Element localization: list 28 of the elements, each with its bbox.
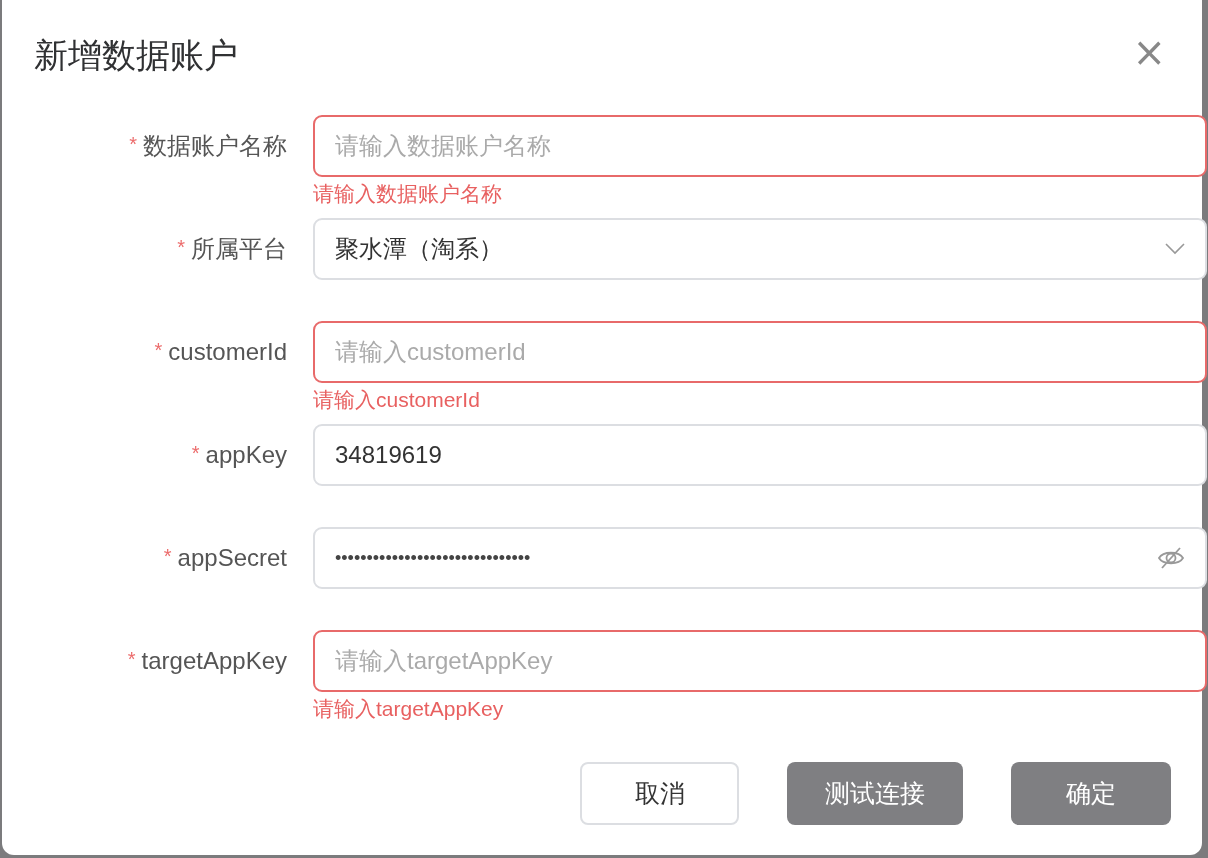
required-mark: * (177, 236, 185, 259)
field-label: appKey (205, 441, 287, 469)
input-field[interactable]: 请输入customerId (313, 321, 1207, 383)
input-field[interactable]: 请输入数据账户名称 (313, 115, 1207, 177)
error-message: 请输入customerId (313, 387, 481, 413)
required-mark: * (191, 442, 200, 465)
required-mark: * (127, 648, 136, 671)
cancel-button[interactable]: 取消 (580, 762, 739, 825)
eye-slash-icon[interactable] (1157, 546, 1185, 570)
required-mark: * (163, 545, 172, 568)
password-field[interactable]: ••••••••••••••••••••••••••••••• (313, 527, 1207, 589)
primary-button[interactable]: 确定 (1011, 762, 1171, 825)
error-message: 请输入数据账户名称 (313, 181, 503, 207)
field-label: targetAppKey (141, 647, 287, 675)
chevron-down-icon (1165, 243, 1185, 255)
field-label: 数据账户名称 (143, 131, 287, 161)
field-label: customerId (168, 338, 287, 366)
required-mark: * (154, 339, 163, 362)
dialog-title: 新增数据账户 (34, 35, 238, 76)
error-message: 请输入targetAppKey (313, 696, 505, 722)
field-label: 所属平台 (191, 234, 287, 264)
select-field[interactable]: 聚水潭（淘系） (313, 218, 1207, 280)
input-field[interactable]: 34819619 (313, 424, 1207, 486)
close-button[interactable]: × (1132, 32, 1166, 72)
primary-button[interactable]: 测试连接 (787, 762, 963, 825)
required-mark: * (129, 133, 137, 156)
field-label: appSecret (177, 544, 287, 572)
input-field[interactable]: 请输入targetAppKey (313, 630, 1207, 692)
